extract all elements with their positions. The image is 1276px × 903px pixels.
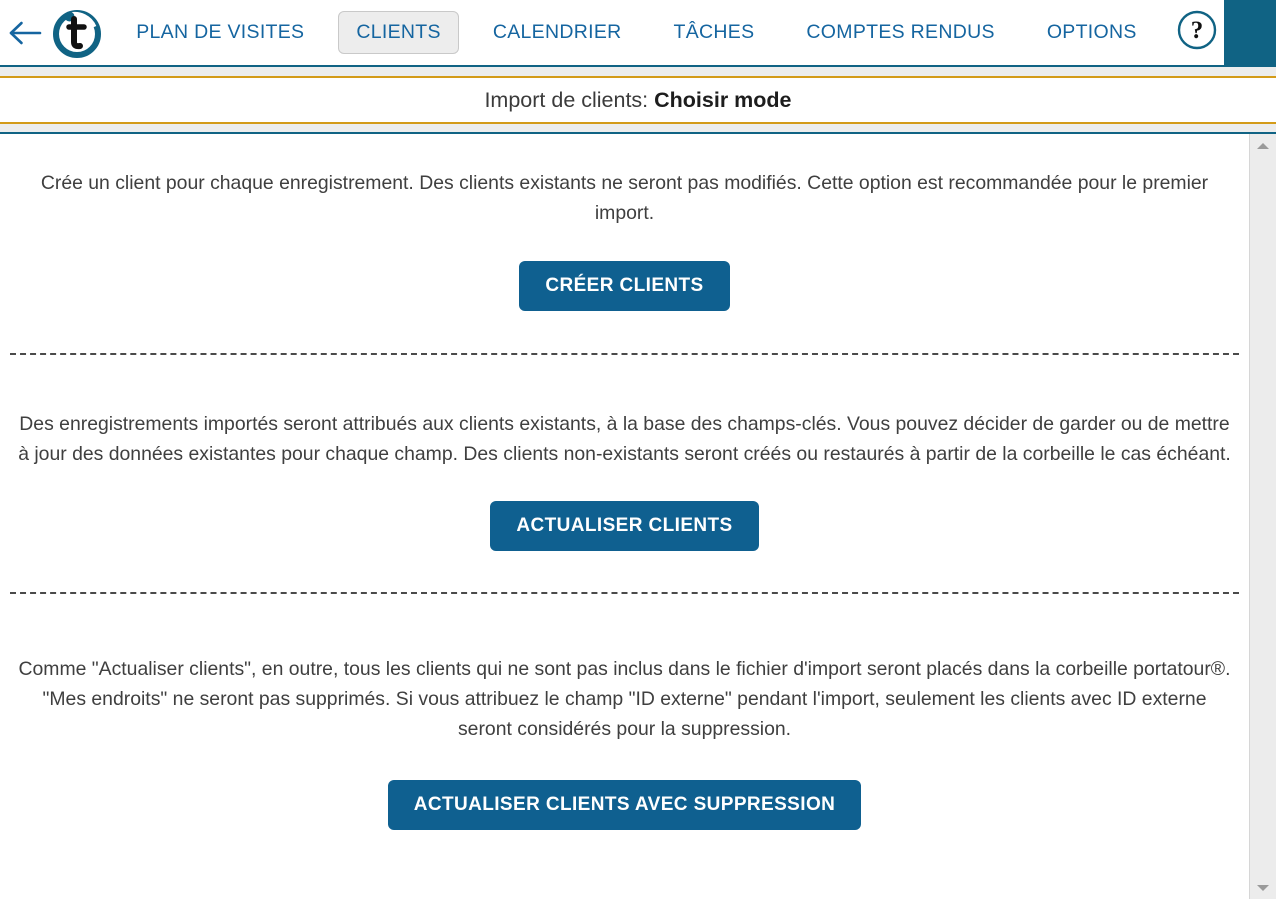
spacer	[0, 594, 1249, 654]
portatour-logo[interactable]	[50, 5, 104, 61]
help-button[interactable]: ?	[1171, 0, 1224, 66]
title-band-divider	[0, 124, 1276, 134]
scroll-down-button[interactable]	[1250, 879, 1276, 896]
spacer	[0, 551, 1249, 592]
scroll-up-arrow-icon	[1257, 143, 1269, 149]
button-row: ACTUALISER CLIENTS AVEC SUPPRESSION	[14, 780, 1235, 830]
spacer	[0, 311, 1249, 353]
creer-clients-button[interactable]: CRÉER CLIENTS	[519, 261, 729, 311]
spacer	[14, 228, 1235, 261]
content-region: Crée un client pour chaque enregistremen…	[0, 134, 1276, 899]
section-description: Crée un client pour chaque enregistremen…	[14, 168, 1235, 228]
page-title-emphasis: Choisir mode	[654, 88, 791, 112]
vertical-scrollbar[interactable]	[1249, 134, 1276, 899]
scroll-down-arrow-icon	[1257, 885, 1269, 891]
nav-item-clients[interactable]: CLIENTS	[338, 11, 458, 54]
page-title-rule-box: Import de clients: Choisir mode	[0, 76, 1276, 124]
top-navigation-bar: PLAN DE VISITES CLIENTS CALENDRIER TÂCHE…	[0, 0, 1276, 67]
spacer	[0, 355, 1249, 409]
question-mark-icon: ?	[1175, 8, 1219, 57]
spacer	[14, 744, 1235, 780]
arrow-left-icon	[8, 20, 42, 46]
actualiser-clients-avec-suppression-button[interactable]: ACTUALISER CLIENTS AVEC SUPPRESSION	[388, 780, 862, 830]
scroll-up-button[interactable]	[1250, 137, 1276, 154]
nav-item-calendrier[interactable]: CALENDRIER	[475, 11, 640, 54]
button-row: CRÉER CLIENTS	[14, 261, 1235, 311]
import-mode-options: Crée un client pour chaque enregistremen…	[0, 134, 1249, 899]
spacer	[14, 469, 1235, 501]
scrollbar-thumb[interactable]	[1250, 154, 1276, 854]
actualiser-clients-button[interactable]: ACTUALISER CLIENTS	[490, 501, 758, 551]
nav-item-taches[interactable]: TÂCHES	[656, 11, 773, 54]
nav-item-plan-de-visites[interactable]: PLAN DE VISITES	[118, 11, 322, 54]
hamburger-menu-button[interactable]	[1224, 0, 1276, 66]
button-row: ACTUALISER CLIENTS	[14, 501, 1235, 551]
nav-item-comptes-rendus[interactable]: COMPTES RENDUS	[788, 11, 1012, 54]
section-description: Des enregistrements importés seront attr…	[14, 409, 1235, 469]
import-mode-section-update-delete: Comme "Actualiser clients", en outre, to…	[0, 654, 1249, 830]
page-title-band: Import de clients: Choisir mode	[0, 67, 1276, 124]
page-title-prefix: Import de clients:	[484, 88, 654, 112]
import-mode-section-create: Crée un client pour chaque enregistremen…	[0, 134, 1249, 311]
import-mode-section-update: Des enregistrements importés seront attr…	[0, 409, 1249, 551]
page-title: Import de clients: Choisir mode	[484, 88, 791, 113]
nav-item-options[interactable]: OPTIONS	[1029, 11, 1155, 54]
main-navigation: PLAN DE VISITES CLIENTS CALENDRIER TÂCHE…	[118, 0, 1170, 66]
svg-text:?: ?	[1191, 17, 1204, 44]
section-description: Comme "Actualiser clients", en outre, to…	[14, 654, 1235, 744]
back-button[interactable]	[0, 0, 50, 66]
